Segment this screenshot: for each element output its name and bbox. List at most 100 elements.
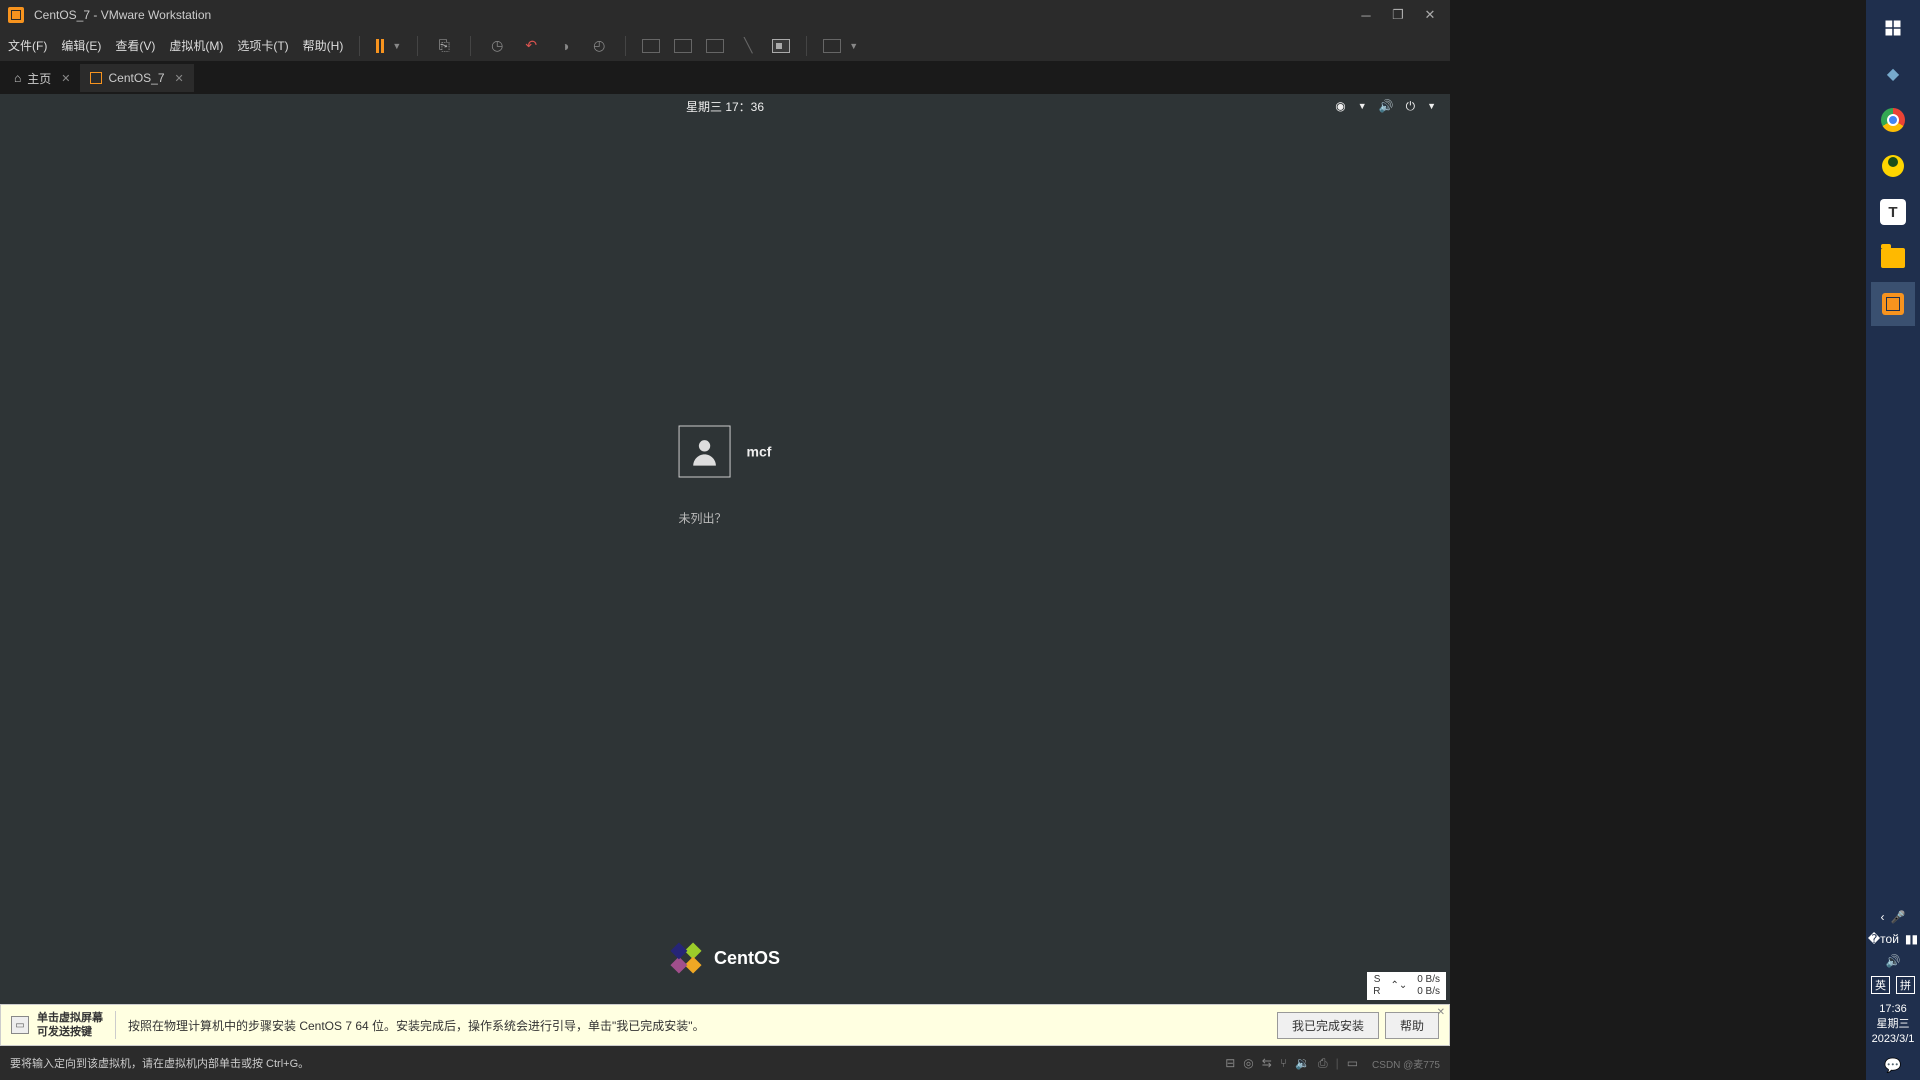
microphone-icon[interactable]: 🎤 [1891, 910, 1906, 924]
volume-icon[interactable]: 🔊 [1886, 954, 1901, 968]
fullscreen-icon[interactable] [823, 39, 841, 53]
layout-single-icon[interactable] [642, 39, 660, 53]
chevron-down-icon[interactable]: ▼ [1358, 101, 1367, 111]
taskbar-text-app[interactable]: T [1871, 190, 1915, 234]
ime-indicator[interactable]: 英 拼 [1871, 972, 1915, 998]
hdd-icon[interactable]: ⊟ [1225, 1056, 1235, 1070]
text-app-icon: T [1880, 199, 1906, 225]
cdrom-icon[interactable]: ◎ [1243, 1056, 1253, 1070]
menu-tabs[interactable]: 选项卡(T) [237, 37, 288, 54]
gnome-top-bar: 星期三 17：36 ◉ ▼ 🔊 ⏻ ▼ [0, 94, 1450, 118]
chevron-down-icon[interactable]: ▼ [1427, 101, 1436, 111]
tab-home[interactable]: ⌂ 主页 ✕ [4, 64, 80, 92]
snapshot-clock-icon[interactable]: ◴ [589, 36, 609, 56]
tray-row[interactable]: �той ▮▮ [1866, 928, 1920, 950]
printer-icon[interactable]: ⎙ [1318, 1056, 1328, 1071]
watermark-text: CSDN @麦775 [1372, 1056, 1440, 1071]
menu-file[interactable]: 文件(F) [8, 37, 47, 54]
battery-icon[interactable]: ▮▮ [1905, 932, 1918, 946]
snapshot-manage-icon[interactable]: ◑ [555, 36, 575, 56]
menu-view[interactable]: 查看(V) [115, 37, 155, 54]
divider [625, 36, 626, 56]
layout-thumb-icon[interactable] [706, 39, 724, 53]
vm-device-tray: ⊟ ◎ ⇆ ⑂ 🔉 ⎙ | ▭ [1225, 1056, 1358, 1071]
taskbar-explorer[interactable] [1871, 236, 1915, 280]
window-title: CentOS_7 - VMware Workstation [34, 8, 1354, 22]
tab-centos7[interactable]: CentOS_7 ✕ [80, 64, 193, 92]
divider [115, 1011, 116, 1039]
snapshot-revert-icon[interactable]: ↶ [521, 36, 541, 56]
taskbar-clock[interactable]: 17:36 星期三 2023/3/1 [1872, 998, 1915, 1051]
chevron-icon: ⌃⌄ [1390, 980, 1407, 992]
menu-edit[interactable]: 编辑(E) [61, 37, 101, 54]
taskbar-chrome[interactable] [1871, 98, 1915, 142]
folder-icon [1881, 248, 1905, 268]
divider [806, 36, 807, 56]
chevron-down-icon[interactable]: ▼ [392, 41, 401, 51]
menu-help[interactable]: 帮助(H) [303, 37, 344, 54]
hint-label: 单击虚拟屏幕可发送按键 [37, 1011, 103, 1039]
taskbar-app-unknown[interactable]: ◆ [1871, 52, 1915, 96]
user-name-label: mcf [747, 444, 772, 460]
usb-icon[interactable]: ⑂ [1280, 1056, 1287, 1070]
login-panel: mcf 未列出？ [679, 426, 772, 527]
maximize-button[interactable]: ❐ [1386, 3, 1410, 27]
not-listed-link[interactable]: 未列出？ [679, 510, 727, 527]
install-done-button[interactable]: 我已完成安装 [1277, 1012, 1379, 1039]
divider [359, 36, 360, 56]
sound-icon[interactable]: 🔉 [1295, 1056, 1310, 1070]
home-icon: ⌂ [14, 71, 21, 85]
tab-label: CentOS_7 [108, 71, 164, 85]
windows-taskbar: ◆ T ‹ 🎤 �той ▮▮ 🔊 英 拼 17:36 星期三 2023/3/1… [1866, 0, 1920, 1080]
pause-vm-button[interactable] [376, 39, 384, 53]
close-info-icon[interactable]: ✕ [1437, 1007, 1445, 1018]
message-log-icon[interactable]: ▭ [1347, 1056, 1358, 1070]
taskbar-vmware[interactable] [1871, 282, 1915, 326]
taskbar-app-yellow[interactable] [1871, 144, 1915, 188]
start-button[interactable] [1871, 6, 1915, 50]
vmware-icon [1882, 293, 1904, 315]
guest-display[interactable]: 星期三 17：36 ◉ ▼ 🔊 ⏻ ▼ mcf 未列出？ CentOS [0, 94, 1450, 1004]
close-tab-icon[interactable]: ✕ [175, 72, 184, 85]
unity-icon[interactable]: ╲ [738, 36, 758, 56]
snapshot-take-icon[interactable]: ◷ [487, 36, 507, 56]
close-tab-icon[interactable]: ✕ [61, 72, 70, 85]
centos-mark-icon [663, 935, 708, 980]
info-message: 按照在物理计算机中的步骤安装 CentOS 7 64 位。安装完成后，操作系统会… [128, 1017, 1271, 1034]
tab-label: 主页 [27, 70, 51, 87]
centos-logo: CentOS [670, 942, 780, 974]
vmware-app-icon [8, 7, 24, 23]
user-select-mcf[interactable]: mcf [679, 426, 772, 478]
monitor-icon: ▭ [11, 1016, 29, 1034]
tabbar: ⌂ 主页 ✕ CentOS_7 ✕ [0, 62, 1450, 94]
yellow-app-icon [1882, 155, 1904, 177]
menu-vm[interactable]: 虚拟机(M) [169, 37, 223, 54]
tray-row[interactable]: 🔊 [1866, 950, 1920, 972]
network-adapter-icon[interactable]: ⇆ [1262, 1056, 1272, 1070]
chevron-down-icon[interactable]: ▼ [849, 41, 858, 51]
network-speed-widget[interactable]: SR ⌃⌄ 0 B/s0 B/s [1367, 972, 1446, 1000]
help-button[interactable]: 帮助 [1385, 1012, 1439, 1039]
chevron-left-icon[interactable]: ‹ [1881, 910, 1885, 924]
install-info-bar: ▭ 单击虚拟屏幕可发送按键 按照在物理计算机中的步骤安装 CentOS 7 64… [0, 1004, 1450, 1046]
tray-row[interactable]: ‹ 🎤 [1866, 906, 1920, 928]
divider [470, 36, 471, 56]
titlebar: CentOS_7 - VMware Workstation ─ ❐ ✕ [0, 0, 1450, 30]
notification-center-icon[interactable]: 💬 [1884, 1051, 1901, 1080]
volume-icon[interactable]: 🔊 [1379, 99, 1394, 113]
gnome-clock[interactable]: 星期三 17：36 [686, 98, 764, 115]
centos-brand-text: CentOS [714, 948, 780, 969]
minimize-button[interactable]: ─ [1354, 3, 1378, 27]
layout-split-icon[interactable] [674, 39, 692, 53]
accessibility-icon[interactable]: ◉ [1335, 99, 1345, 113]
wifi-icon[interactable]: �той [1868, 932, 1899, 946]
close-button[interactable]: ✕ [1418, 3, 1442, 27]
status-message: 要将输入定向到该虚拟机，请在虚拟机内部单击或按 Ctrl+G。 [10, 1055, 1225, 1071]
status-bar: 要将输入定向到该虚拟机，请在虚拟机内部单击或按 Ctrl+G。 ⊟ ◎ ⇆ ⑂ … [0, 1046, 1450, 1080]
send-ctrlaltdel-icon[interactable]: ⎘ [434, 36, 454, 56]
power-icon[interactable]: ⏻ [1406, 99, 1416, 114]
vm-tab-icon [90, 72, 102, 84]
console-view-icon[interactable] [772, 39, 790, 53]
user-avatar-icon [679, 426, 731, 478]
chrome-icon [1881, 108, 1905, 132]
